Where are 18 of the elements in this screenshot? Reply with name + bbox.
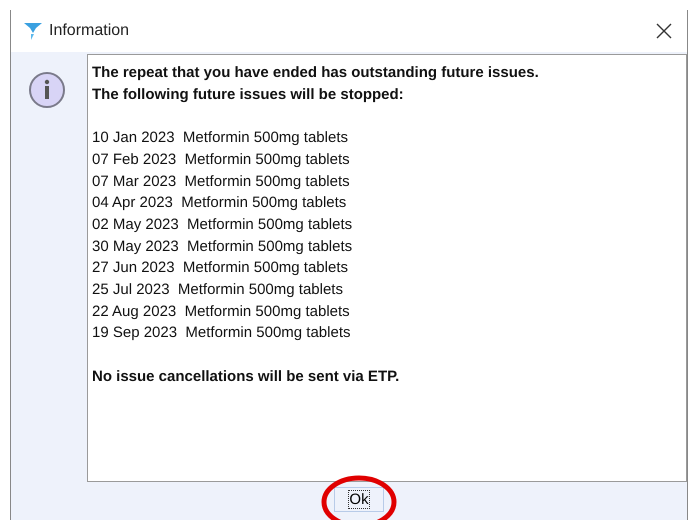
close-icon bbox=[656, 23, 672, 39]
issue-line: 19 Sep 2023 Metformin 500mg tablets bbox=[92, 323, 352, 344]
ok-button[interactable]: Ok bbox=[334, 487, 384, 512]
message-footer: No issue cancellations will be sent via ETP. bbox=[92, 366, 682, 388]
window-title: Information bbox=[49, 22, 130, 40]
issue-line: 22 Aug 2023 Metformin 500mg tablets bbox=[92, 302, 351, 322]
issue-line: 04 Apr 2023 Metformin 500mg tablets bbox=[92, 193, 348, 214]
info-icon bbox=[27, 70, 67, 110]
message-heading: The repeat that you have ended has outstanding future issues. bbox=[92, 63, 540, 83]
app-logo-icon bbox=[23, 21, 43, 41]
issue-line: 30 May 2023 Metformin 500mg tablets bbox=[92, 236, 354, 257]
issue-line: 25 Jul 2023 Metformin 500mg tablets bbox=[92, 280, 344, 300]
issue-line: 27 Jun 2023 Metformin 500mg tablets bbox=[92, 258, 349, 278]
issue-line: 10 Jan 2023 Metformin 500mg tablets bbox=[92, 128, 349, 148]
issue-line: 07 Feb 2023 Metformin 500mg tablets bbox=[92, 150, 351, 170]
message-heading: The following future issues will be stopped: bbox=[92, 84, 405, 105]
issue-line: 07 Mar 2023 Metformin 500mg tablets bbox=[92, 172, 351, 192]
issue-line: 02 May 2023 Metformin 500mg tablets bbox=[92, 214, 354, 235]
